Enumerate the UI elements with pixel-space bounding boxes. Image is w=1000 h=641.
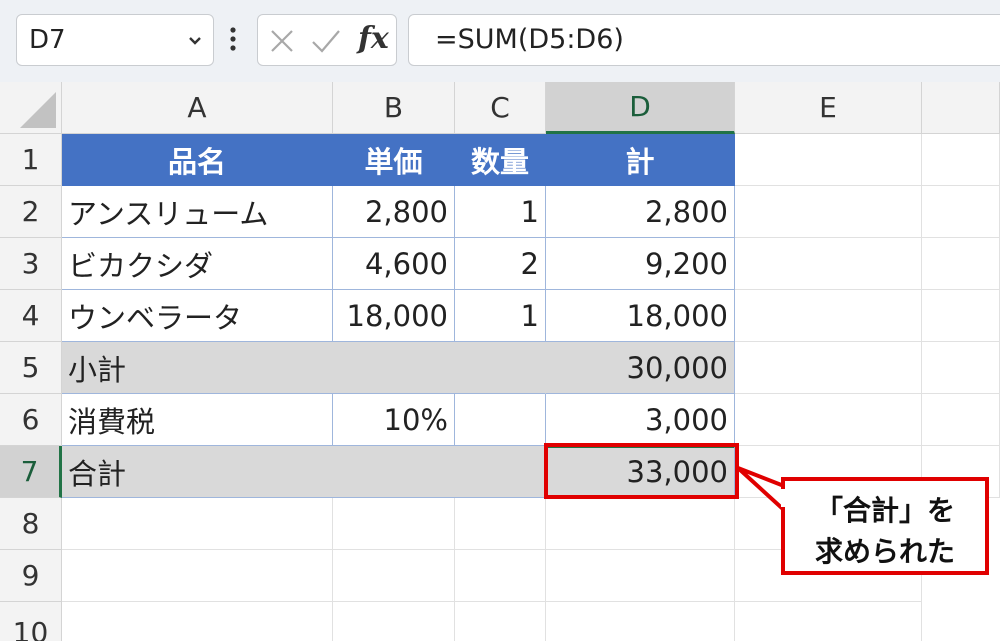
callout-pointer-join [781,489,787,507]
